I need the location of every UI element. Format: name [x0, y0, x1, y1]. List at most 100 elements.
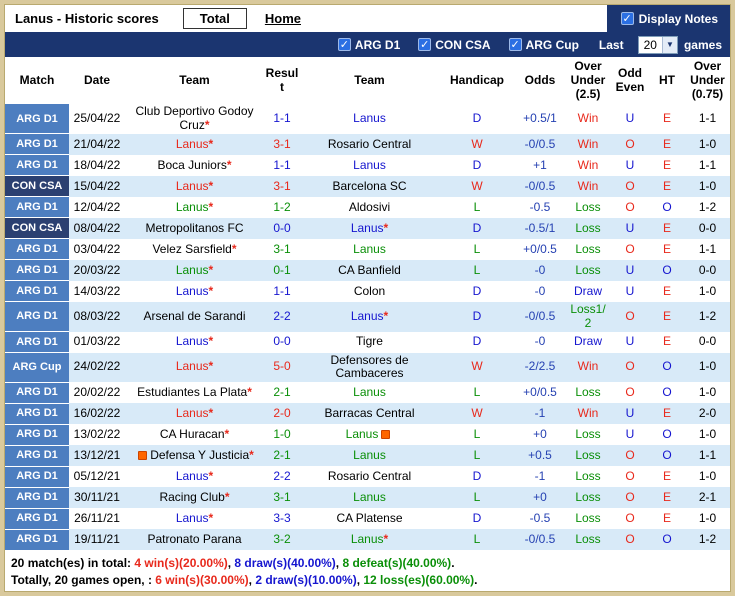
display-notes-label: Display Notes: [638, 11, 718, 26]
full-time-score: 0-1: [264, 259, 300, 281]
team-name[interactable]: Rosario Central: [328, 469, 411, 483]
filter-con-csa-checkbox[interactable]: ✓: [418, 38, 432, 51]
team-name[interactable]: Defensa Y Justicia: [150, 448, 249, 462]
handicap-value: +0/0.5: [523, 384, 557, 399]
team-name[interactable]: Lanus: [176, 137, 209, 151]
handicap-value: -0/0.5: [515, 133, 565, 155]
result-letter: W: [439, 133, 515, 155]
team-name[interactable]: Lanus: [351, 532, 384, 546]
team-name[interactable]: CA Huracan: [160, 427, 225, 441]
team-name[interactable]: Lanus: [351, 221, 384, 235]
team-name[interactable]: Lanus: [176, 359, 209, 374]
team-name[interactable]: CA Banfield: [338, 263, 401, 277]
team-name[interactable]: Lanus: [346, 427, 379, 441]
league-badge: ARG D1: [5, 154, 69, 177]
team-name[interactable]: Lanus: [353, 242, 386, 256]
team-name[interactable]: Boca Juniors: [157, 158, 226, 172]
team-name[interactable]: Lanus: [176, 284, 209, 298]
full-time-score: 2-2: [264, 301, 300, 332]
summary-segment: Totally,: [11, 590, 55, 591]
team-name[interactable]: Lanus: [176, 406, 209, 420]
table-row: ARG D1 08/03/22 Arsenal de Sarandi 2-2 Lanus…: [5, 301, 730, 333]
team-name[interactable]: Racing Club: [159, 490, 224, 504]
team-name[interactable]: Lanus: [176, 179, 209, 193]
top-bar-left: Lanus - Historic scores Total Home: [5, 5, 607, 32]
result-letter: L: [473, 199, 481, 214]
odd-even: E: [662, 111, 671, 126]
team-name[interactable]: Velez Sarsfield: [152, 242, 231, 256]
summary-line-3: Totally, 12 game(s) over, 8 game(s) unde…: [11, 589, 730, 591]
team-name[interactable]: Barcelona SC: [332, 179, 406, 193]
tab-home[interactable]: Home: [265, 11, 301, 26]
team-name[interactable]: Lanus: [176, 200, 209, 214]
last-games-select[interactable]: 20 ▼: [637, 35, 678, 54]
home-team-cell: Lanus*: [125, 133, 264, 155]
handicap-odds-result: Loss: [565, 529, 611, 551]
column-header: Over Under (2.5): [565, 57, 611, 105]
result-letter: D: [472, 468, 482, 483]
team-name[interactable]: Arsenal de Sarandi: [143, 309, 245, 323]
summary-segment: .: [451, 555, 455, 570]
team-name[interactable]: Lanus: [353, 158, 386, 172]
odd-even: O: [662, 426, 672, 441]
over-under-25: U: [611, 259, 649, 281]
over-under-25: O: [611, 352, 649, 383]
over-under-25: O: [611, 133, 649, 155]
handicap-odds-result: Win: [565, 352, 611, 383]
team-name[interactable]: Rosario Central: [328, 137, 411, 151]
team-name[interactable]: Barracas Central: [324, 406, 414, 420]
result-letter: L: [439, 445, 515, 467]
display-notes-group: ✓ Display Notes: [606, 5, 730, 32]
table-row: ARG D1 20/03/22 Lanus* 0-1 CA Banfield L -0 Los…: [5, 259, 730, 282]
home-mark-asterisk: *: [208, 510, 214, 525]
team-name[interactable]: Lanus: [176, 469, 209, 483]
match-date: 12/04/22: [73, 199, 121, 214]
summary-segment: Totally,: [11, 572, 55, 587]
handicap-odds-result: Loss1/2: [565, 301, 611, 332]
away-team-cell: Lanus: [300, 239, 439, 260]
team-name[interactable]: Tigre: [356, 334, 383, 348]
team-name[interactable]: CA Platense: [336, 511, 402, 525]
odd-even: E: [662, 510, 671, 525]
filter-arg-cup-checkbox[interactable]: ✓: [508, 38, 522, 51]
handicap-odds-result: Loss: [575, 510, 601, 525]
filter-controls: ✓ ARG D1 ✓ CON CSA ✓ ARG Cup Last 20 ▼ games: [326, 35, 722, 54]
over-under-25: U: [625, 157, 635, 172]
result-letter: L: [439, 259, 515, 281]
team-name[interactable]: Lanus: [176, 334, 209, 348]
away-team-cell: Lanus: [300, 487, 439, 509]
odd-even: E: [662, 334, 671, 349]
league-badge: ARG D1: [5, 104, 69, 135]
column-header: Match: [5, 57, 69, 105]
odd-even: E: [649, 403, 685, 425]
column-header: Result: [264, 57, 300, 105]
over-under-25: U: [625, 111, 635, 126]
odd-even: E: [649, 301, 685, 332]
odd-even: E: [662, 283, 671, 298]
team-name[interactable]: Defensores de Cambaceres: [330, 353, 408, 381]
home-mark-asterisk: *: [383, 220, 389, 235]
full-time-score: 1-0: [273, 426, 291, 441]
filter-arg-d1-checkbox[interactable]: ✓: [337, 38, 351, 51]
team-name[interactable]: Lanus: [353, 385, 386, 399]
team-name[interactable]: Metropolitanos FC: [145, 221, 243, 235]
team-name[interactable]: Estudiantes La Plata: [137, 385, 247, 399]
team-name[interactable]: Lanus: [353, 448, 386, 462]
team-name[interactable]: Lanus: [176, 511, 209, 525]
tab-total[interactable]: Total: [182, 8, 247, 29]
half-time-score: 1-0: [698, 510, 717, 525]
team-name[interactable]: Lanus: [351, 309, 384, 323]
team-name[interactable]: Lanus: [353, 111, 386, 125]
full-time-score: 5-0: [264, 352, 300, 383]
team-name[interactable]: Lanus: [353, 490, 386, 504]
handicap-odds-result: Win: [565, 403, 611, 425]
home-mark-asterisk: *: [208, 468, 214, 483]
handicap-odds-result: Loss: [565, 259, 611, 281]
team-name[interactable]: Aldosivi: [349, 200, 390, 214]
team-name[interactable]: Lanus: [176, 263, 209, 277]
away-team-cell: Lanus: [300, 104, 439, 134]
team-name[interactable]: Patronato Parana: [147, 532, 241, 546]
display-notes-checkbox[interactable]: ✓: [620, 12, 634, 25]
team-name[interactable]: Colon: [354, 284, 385, 298]
team-name[interactable]: Club Deportivo Godoy Cruz: [135, 104, 253, 132]
